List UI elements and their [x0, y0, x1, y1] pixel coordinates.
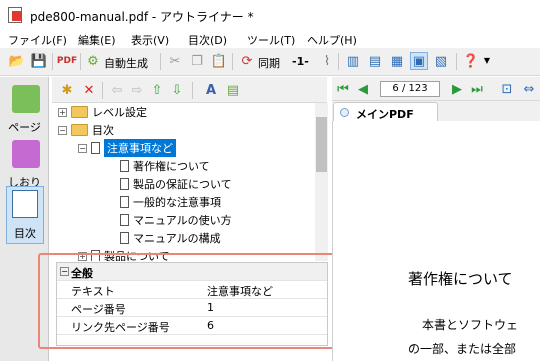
menu-help[interactable]: ヘルプ(H) [307, 32, 357, 48]
tree-item-label: マニュアルの使い方 [133, 214, 232, 227]
nav-item-toc[interactable]: 目次 [6, 186, 44, 244]
auto-generate-button[interactable]: 自動生成 [104, 55, 148, 71]
toolbar-separator [160, 53, 161, 70]
tree-item-level-settings[interactable]: + レベル設定 [58, 103, 147, 121]
menu-file[interactable]: ファイル(F) [8, 32, 67, 48]
expand-icon[interactable]: + [58, 107, 67, 117]
tree-item-general-notes[interactable]: 一般的な注意事項 [120, 193, 221, 211]
delete-icon[interactable]: ✕ [80, 81, 98, 99]
bookmark-icon[interactable] [12, 140, 40, 168]
pdf-icon[interactable]: PDF [57, 52, 77, 70]
auto-generate-icon[interactable]: ⚙ [84, 52, 102, 70]
paste-icon[interactable]: 📋 [210, 52, 228, 70]
toolbar-separator [232, 53, 233, 70]
tree-scrollbar-thumb[interactable] [316, 117, 327, 172]
toolbar-separator [338, 53, 339, 70]
tree-item-copyright[interactable]: 著作権について [120, 157, 210, 175]
tree-item-warranty[interactable]: 製品の保証について [120, 175, 232, 193]
layout-1-icon[interactable]: ▥ [344, 52, 362, 70]
fit-width-icon[interactable]: ⇔ [520, 80, 538, 98]
tab-status-icon [340, 108, 349, 117]
menu-bar: ファイル(F) 編集(E) 表示(V) 目次(D) ツール(T) ヘルプ(H) [0, 30, 540, 48]
copy-icon[interactable]: ❐ [188, 52, 206, 70]
collapse-icon[interactable]: − [58, 125, 67, 135]
nav-item-page[interactable]: ページ [0, 119, 49, 135]
move-down-icon[interactable]: ⇩ [168, 81, 186, 99]
sync-icon[interactable]: ⟳ [238, 52, 256, 70]
document-icon [120, 196, 129, 208]
page-indicator[interactable]: 6 / 123 [380, 81, 440, 97]
fit-page-icon[interactable]: ⊡ [498, 80, 516, 98]
outline-toolbar: ✱ ✕ ⇦ ⇨ ⇧ ⇩ A ▤ [52, 77, 327, 103]
pdf-heading: 著作権について [408, 270, 513, 288]
document-icon [91, 142, 100, 154]
tree-item-label: 一般的な注意事項 [133, 196, 221, 209]
document-icon [120, 214, 129, 226]
layout-2-icon[interactable]: ▤ [366, 52, 384, 70]
main-toolbar: 📂 💾 PDF ⚙ 自動生成 ✂ ❐ 📋 ⟳ 同期 -1- ⌇ ▥ ▤ ▦ ▣ … [0, 48, 540, 76]
outline-tree: + レベル設定 − 目次 − 注意事項など 著作権について 製品の保証について … [52, 103, 315, 261]
tree-item-label: レベル設定 [92, 106, 147, 119]
toolbar-separator [80, 53, 81, 70]
folder-icon [71, 106, 88, 118]
toolbar-separator [52, 53, 53, 70]
toolbar-separator [102, 82, 103, 99]
layout-4-icon[interactable]: ▣ [410, 52, 428, 70]
pdf-text-line: の一部、または全部 [408, 342, 517, 356]
toc-icon [12, 190, 38, 218]
nav-item-toc-label: 目次 [14, 227, 36, 240]
document-icon [120, 160, 129, 172]
move-up-icon[interactable]: ⇧ [148, 81, 166, 99]
layout-3-icon[interactable]: ▦ [388, 52, 406, 70]
cut-icon[interactable]: ✂ [166, 52, 184, 70]
app-icon [8, 7, 22, 23]
move-left-icon[interactable]: ⇦ [108, 81, 126, 99]
chevron-down-icon[interactable]: ▼ [478, 52, 496, 70]
font-icon[interactable]: A [202, 81, 220, 99]
window-title: pde800-manual.pdf - アウトライナー * [30, 10, 254, 24]
collapse-icon[interactable]: − [78, 143, 87, 153]
page-icon[interactable] [12, 85, 40, 113]
layout-5-icon[interactable]: ▧ [432, 52, 450, 70]
prev-page-icon[interactable]: ◀ [354, 80, 372, 98]
first-page-icon[interactable]: ⏮ [334, 80, 352, 98]
menu-toc[interactable]: 目次(D) [188, 32, 227, 48]
toolbar-separator [456, 53, 457, 70]
tree-item-label: 目次 [92, 124, 114, 137]
tree-item-label: 著作権について [133, 160, 210, 173]
tab-label: メインPDF [356, 108, 414, 121]
save-icon[interactable]: 💾 [30, 52, 48, 70]
link-icon[interactable]: ⌇ [318, 52, 336, 70]
menu-view[interactable]: 表示(V) [131, 32, 169, 48]
page-minus-button[interactable]: -1- [292, 55, 309, 68]
pdf-text-line: 本書とソフトウェ [422, 318, 519, 332]
tree-item-toc[interactable]: − 目次 [58, 121, 114, 139]
sync-button[interactable]: 同期 [258, 55, 280, 71]
next-page-icon[interactable]: ▶ [448, 80, 466, 98]
highlight-frame [38, 253, 349, 349]
menu-tools[interactable]: ツール(T) [247, 32, 295, 48]
last-page-icon[interactable]: ⏭ [468, 80, 486, 98]
document-icon [120, 178, 129, 190]
open-folder-icon[interactable]: 📂 [8, 52, 26, 70]
tree-item-label: 注意事項など [104, 139, 176, 157]
title-bar: pde800-manual.pdf - アウトライナー * [0, 0, 540, 30]
menu-edit[interactable]: 編集(E) [78, 32, 116, 48]
move-right-icon[interactable]: ⇨ [128, 81, 146, 99]
folder-icon [71, 124, 88, 136]
tab-main-pdf[interactable]: メインPDF [333, 102, 438, 121]
tree-item-notes[interactable]: − 注意事項など [78, 139, 176, 157]
tree-item-manual-usage[interactable]: マニュアルの使い方 [120, 211, 232, 229]
tree-item-label: 製品の保証について [133, 178, 232, 191]
tree-item-manual-structure[interactable]: マニュアルの構成 [120, 229, 221, 247]
tree-item-label: マニュアルの構成 [133, 232, 221, 245]
style-icon[interactable]: ▤ [224, 81, 242, 99]
toolbar-separator [192, 82, 193, 99]
document-icon [120, 232, 129, 244]
new-item-icon[interactable]: ✱ [58, 81, 76, 99]
